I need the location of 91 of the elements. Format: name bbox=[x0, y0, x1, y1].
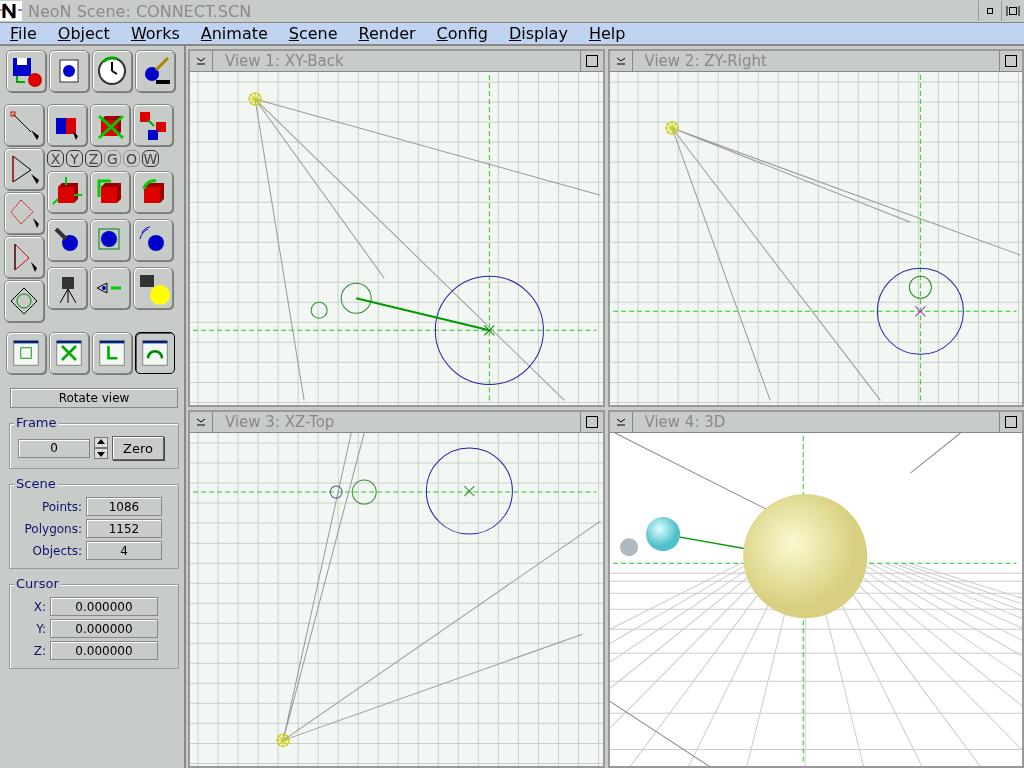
menu-item[interactable]: Animate bbox=[190, 24, 279, 43]
menu-item[interactable]: Works bbox=[120, 24, 191, 43]
coordinate-label: Y: bbox=[35, 621, 46, 636]
tool-button[interactable] bbox=[4, 148, 44, 190]
caret-icon bbox=[196, 418, 206, 426]
zoom-fit-icon bbox=[12, 338, 40, 368]
tool-button[interactable] bbox=[90, 219, 130, 261]
stat-label: Objects: bbox=[31, 543, 82, 558]
tool-button[interactable] bbox=[49, 50, 89, 92]
view-title: View 2: ZY-Right bbox=[643, 51, 768, 71]
mode-label: Rotate view bbox=[10, 388, 178, 408]
origin-marker-icon bbox=[463, 485, 475, 497]
caret-icon bbox=[196, 57, 206, 65]
maximize-icon bbox=[1005, 416, 1017, 428]
stat-value: 1086 bbox=[86, 497, 162, 516]
sphere-outline bbox=[351, 479, 377, 505]
clock-icon bbox=[95, 54, 129, 88]
pan-view-icon bbox=[98, 338, 126, 368]
maximize-icon bbox=[585, 55, 598, 67]
axis-toggle[interactable]: O bbox=[123, 150, 140, 167]
minimize-icon bbox=[987, 8, 993, 14]
group-title: Scene bbox=[14, 476, 58, 491]
view-tool-button[interactable] bbox=[135, 332, 175, 374]
menu-item[interactable]: Object bbox=[47, 24, 121, 43]
sphere-outline bbox=[310, 301, 328, 319]
tool-button[interactable] bbox=[47, 104, 87, 146]
rotate-view-icon bbox=[141, 338, 169, 368]
light-source-icon bbox=[247, 91, 263, 107]
view-title: View 3: XZ-Top bbox=[224, 412, 336, 432]
tool-button[interactable] bbox=[4, 236, 44, 278]
spinner-arrows-icon[interactable] bbox=[94, 437, 108, 459]
tool-button[interactable] bbox=[47, 267, 87, 309]
maximize-icon bbox=[1005, 55, 1017, 67]
group-title: Frame bbox=[14, 415, 59, 430]
group-title: Cursor bbox=[14, 576, 61, 591]
view-title: View 1: XY-Back bbox=[224, 51, 345, 71]
menu-item[interactable]: Render bbox=[348, 24, 427, 43]
stat-label: Points: bbox=[40, 499, 82, 514]
view-tool-button[interactable] bbox=[92, 332, 132, 374]
sphere bbox=[619, 538, 638, 557]
frame-field[interactable]: 0 bbox=[18, 438, 90, 458]
stat-label: Polygons: bbox=[23, 521, 82, 536]
tool-button[interactable] bbox=[6, 50, 46, 92]
maximize-icon bbox=[585, 416, 598, 428]
axis-toggle[interactable]: Z bbox=[85, 150, 102, 167]
menu-item[interactable]: File bbox=[0, 24, 48, 43]
tool-button[interactable] bbox=[4, 280, 44, 322]
tool-button[interactable] bbox=[133, 104, 173, 146]
menu-item[interactable]: Help bbox=[578, 24, 637, 43]
app-logo-icon bbox=[0, 1, 22, 21]
window-title: NeoN Scene: CONNECT.SCN bbox=[27, 1, 253, 21]
coordinate-label: X: bbox=[32, 599, 46, 614]
tool-button[interactable] bbox=[92, 50, 132, 92]
expand-view-icon bbox=[55, 338, 83, 368]
sphere bbox=[645, 517, 680, 552]
tool-button[interactable] bbox=[90, 171, 130, 213]
line-tool-icon bbox=[7, 108, 41, 142]
caret-icon bbox=[615, 418, 626, 426]
tool-button[interactable] bbox=[133, 219, 173, 261]
view-tool-button[interactable] bbox=[49, 332, 89, 374]
tool-button[interactable] bbox=[47, 219, 87, 261]
light-source-icon bbox=[664, 120, 680, 136]
tool-button[interactable] bbox=[90, 104, 130, 146]
coordinate-label: Z: bbox=[32, 643, 46, 658]
tool-button[interactable] bbox=[135, 50, 175, 92]
stat-value: 1152 bbox=[86, 519, 162, 538]
tool-button[interactable] bbox=[133, 267, 173, 309]
origin-marker-icon bbox=[483, 324, 495, 336]
axis-toggle[interactable]: W bbox=[142, 150, 159, 167]
light-source-icon bbox=[275, 732, 291, 748]
maximize-icon bbox=[1006, 6, 1020, 16]
sphere-outline bbox=[340, 282, 372, 314]
axis-toggle[interactable]: G bbox=[104, 150, 121, 167]
view-tool-button[interactable] bbox=[6, 332, 46, 374]
view-title: View 4: 3D bbox=[643, 412, 727, 432]
menu-item[interactable]: Config bbox=[426, 24, 499, 43]
axis-toggle[interactable]: X bbox=[47, 150, 64, 167]
stat-value: 4 bbox=[86, 541, 162, 560]
caret-icon bbox=[615, 57, 626, 65]
tool-button[interactable] bbox=[133, 171, 173, 213]
tool-button[interactable] bbox=[4, 104, 44, 146]
zero-button[interactable]: Zero bbox=[112, 436, 164, 460]
axis-toggle[interactable]: Y bbox=[66, 150, 83, 167]
sphere-outline bbox=[329, 485, 343, 499]
tool-button[interactable] bbox=[47, 171, 87, 213]
menu-item[interactable]: Scene bbox=[278, 24, 349, 43]
origin-marker-icon bbox=[914, 305, 926, 317]
menu-item[interactable]: Display bbox=[498, 24, 579, 43]
coordinate-value: 0.000000 bbox=[50, 641, 158, 660]
coordinate-value: 0.000000 bbox=[50, 619, 158, 638]
coordinate-value: 0.000000 bbox=[50, 597, 158, 616]
